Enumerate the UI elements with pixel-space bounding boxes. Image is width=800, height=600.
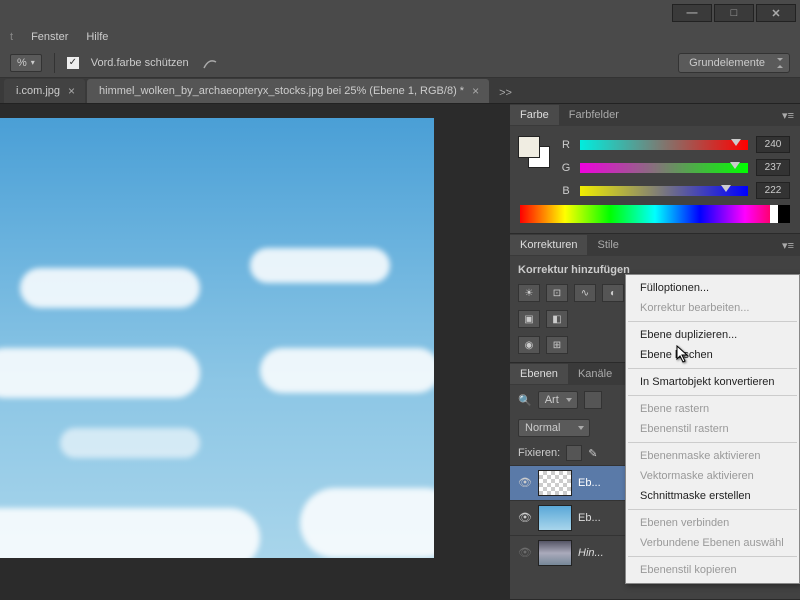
separator bbox=[628, 442, 797, 443]
minimize-button[interactable]: — bbox=[672, 4, 712, 22]
canvas-area bbox=[0, 104, 510, 600]
protect-fg-checkbox[interactable]: ✓ bbox=[67, 57, 79, 69]
pressure-icon[interactable] bbox=[201, 54, 219, 72]
close-icon[interactable]: × bbox=[68, 84, 75, 98]
panel-menu-icon[interactable]: ▾≡ bbox=[776, 239, 800, 252]
ctx-select-linked: Verbundene Ebenen auswähl bbox=[626, 533, 799, 553]
tab-overflow[interactable]: >> bbox=[491, 83, 520, 103]
tab-korrekturen[interactable]: Korrekturen bbox=[510, 235, 587, 255]
menu-item: t bbox=[10, 31, 13, 43]
canvas[interactable] bbox=[0, 118, 434, 558]
adj-levels-icon[interactable]: ⊡ bbox=[546, 284, 568, 302]
ctx-delete-layer[interactable]: Ebene löschen bbox=[626, 345, 799, 365]
layer-filter-kind[interactable]: Art bbox=[538, 391, 578, 409]
options-bar: %▾ ✓ Vord.farbe schützen Grundelemente bbox=[0, 48, 800, 78]
tab-label: himmel_wolken_by_archaeopteryx_stocks.jp… bbox=[99, 85, 464, 97]
slider-g[interactable] bbox=[580, 163, 748, 173]
document-tab-active[interactable]: himmel_wolken_by_archaeopteryx_stocks.jp… bbox=[87, 79, 489, 103]
menubar: t Fenster Hilfe bbox=[0, 26, 800, 48]
slider-b[interactable] bbox=[580, 186, 748, 196]
tab-kanaele[interactable]: Kanäle bbox=[568, 364, 622, 384]
close-icon[interactable]: × bbox=[472, 84, 479, 98]
titlebar: — □ ✕ bbox=[0, 0, 800, 26]
adj-exposure-icon[interactable]: ◐ bbox=[602, 284, 624, 302]
tab-ebenen[interactable]: Ebenen bbox=[510, 364, 568, 384]
separator bbox=[628, 509, 797, 510]
blend-mode-select[interactable]: Normal bbox=[518, 419, 590, 437]
lock-transparent-icon[interactable] bbox=[566, 445, 582, 461]
search-icon[interactable]: 🔍 bbox=[518, 394, 532, 407]
menu-fenster[interactable]: Fenster bbox=[31, 31, 68, 43]
lock-brush-icon[interactable]: ✎ bbox=[588, 447, 597, 460]
separator bbox=[628, 556, 797, 557]
ctx-rasterize-layer: Ebene rastern bbox=[626, 399, 799, 419]
slider-r[interactable] bbox=[580, 140, 748, 150]
divider bbox=[54, 53, 55, 73]
ctx-duplicate-layer[interactable]: Ebene duplizieren... bbox=[626, 325, 799, 345]
separator bbox=[628, 368, 797, 369]
ctx-convert-smartobject[interactable]: In Smartobjekt konvertieren bbox=[626, 372, 799, 392]
adj-brightness-icon[interactable]: ☀ bbox=[518, 284, 540, 302]
protect-fg-label: Vord.farbe schützen bbox=[91, 57, 189, 69]
cursor-icon bbox=[676, 345, 690, 365]
spectrum-bar[interactable] bbox=[520, 205, 790, 223]
layer-thumbnail[interactable] bbox=[538, 470, 572, 496]
ctx-blending-options[interactable]: Fülloptionen... bbox=[626, 278, 799, 298]
adj-curves-icon[interactable]: ∿ bbox=[574, 284, 596, 302]
close-button[interactable]: ✕ bbox=[756, 4, 796, 22]
adj-hue-icon[interactable]: ▣ bbox=[518, 310, 540, 328]
layer-name[interactable]: Hin... bbox=[578, 547, 604, 559]
document-tab[interactable]: i.com.jpg × bbox=[4, 79, 85, 103]
maximize-button[interactable]: □ bbox=[714, 4, 754, 22]
ctx-enable-layer-mask: Ebenenmaske aktivieren bbox=[626, 446, 799, 466]
adj-bw-icon[interactable]: ◧ bbox=[546, 310, 568, 328]
ctx-edit-adjustment: Korrektur bearbeiten... bbox=[626, 298, 799, 318]
slider-r-label: R bbox=[560, 139, 572, 151]
adj-photo-filter-icon[interactable]: ◉ bbox=[518, 336, 540, 354]
visibility-eye-icon[interactable]: 👁 bbox=[518, 476, 532, 490]
document-tabbar: i.com.jpg × himmel_wolken_by_archaeopter… bbox=[0, 78, 800, 104]
visibility-eye-icon[interactable]: 👁 bbox=[518, 546, 532, 560]
slider-g-label: G bbox=[560, 162, 572, 174]
layer-thumbnail[interactable] bbox=[538, 540, 572, 566]
layer-thumbnail[interactable] bbox=[538, 505, 572, 531]
workspace-selector[interactable]: Grundelemente bbox=[678, 53, 790, 73]
color-panel: Farbe Farbfelder ▾≡ R 240 G bbox=[510, 104, 800, 234]
tab-farbfelder[interactable]: Farbfelder bbox=[559, 105, 629, 125]
slider-b-value[interactable]: 222 bbox=[756, 182, 790, 199]
fg-bg-swatch[interactable] bbox=[518, 136, 550, 168]
layer-name[interactable]: Eb... bbox=[578, 477, 601, 489]
lock-label: Fixieren: bbox=[518, 447, 560, 459]
tab-farbe[interactable]: Farbe bbox=[510, 105, 559, 125]
opacity-field[interactable]: %▾ bbox=[10, 54, 42, 72]
separator bbox=[628, 321, 797, 322]
slider-r-value[interactable]: 240 bbox=[756, 136, 790, 153]
filter-btn[interactable] bbox=[584, 391, 602, 409]
visibility-eye-icon[interactable]: 👁 bbox=[518, 511, 532, 525]
tab-label: i.com.jpg bbox=[16, 85, 60, 97]
fg-swatch[interactable] bbox=[518, 136, 540, 158]
separator bbox=[628, 395, 797, 396]
layer-name[interactable]: Eb... bbox=[578, 512, 601, 524]
slider-g-value[interactable]: 237 bbox=[756, 159, 790, 176]
panel-menu-icon[interactable]: ▾≡ bbox=[776, 109, 800, 122]
menu-hilfe[interactable]: Hilfe bbox=[86, 31, 108, 43]
adj-channel-mixer-icon[interactable]: ⊞ bbox=[546, 336, 568, 354]
ctx-rasterize-style: Ebenenstil rastern bbox=[626, 419, 799, 439]
ctx-create-clipping-mask[interactable]: Schnittmaske erstellen bbox=[626, 486, 799, 506]
slider-b-label: B bbox=[560, 185, 572, 197]
context-menu: Fülloptionen... Korrektur bearbeiten... … bbox=[625, 274, 800, 584]
tab-stile[interactable]: Stile bbox=[587, 235, 628, 255]
ctx-link-layers: Ebenen verbinden bbox=[626, 513, 799, 533]
ctx-copy-style: Ebenenstil kopieren bbox=[626, 560, 799, 580]
ctx-enable-vector-mask: Vektormaske aktivieren bbox=[626, 466, 799, 486]
